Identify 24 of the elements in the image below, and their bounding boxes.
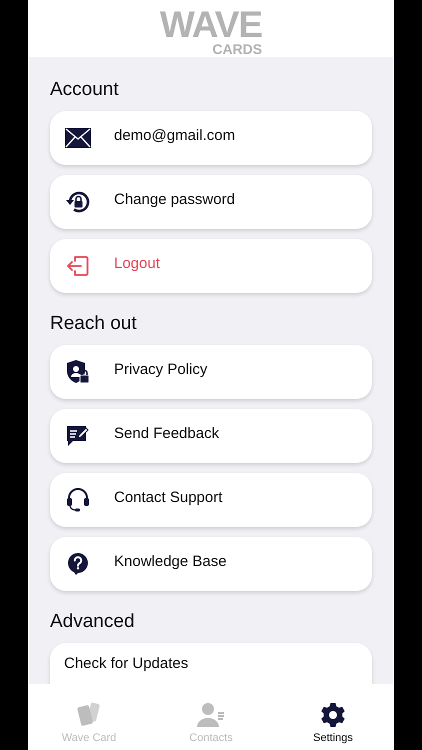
help-icon: [67, 552, 89, 576]
settings-item[interactable]: Change password: [50, 175, 372, 229]
section-heading: Advanced: [50, 611, 136, 633]
lock-reset-icon: [65, 189, 91, 215]
contacts-icon: [197, 702, 225, 728]
settings-item[interactable]: Knowledge Base: [50, 537, 372, 591]
tab[interactable]: Settings: [272, 684, 394, 750]
shield-user-icon: [66, 359, 90, 385]
headset-icon: [66, 487, 90, 513]
settings-item[interactable]: Send Feedback: [50, 409, 372, 463]
logout-icon: [66, 254, 90, 278]
message-edit-icon: [66, 424, 90, 448]
settings-item[interactable]: Logout: [50, 239, 372, 293]
logo-subtitle: CARDS: [212, 42, 262, 56]
settings-item[interactable]: Privacy Policy: [50, 345, 372, 399]
cards-icon: [76, 702, 102, 728]
settings-icon: [320, 702, 346, 728]
settings-item[interactable]: demo@gmail.com: [50, 111, 372, 165]
settings-item[interactable]: Check for Updates: [50, 643, 372, 684]
envelope-icon: [65, 128, 91, 148]
settings-item[interactable]: Contact Support: [50, 473, 372, 527]
section-heading: Reach out: [50, 313, 138, 335]
section-heading: Account: [50, 79, 120, 101]
logo-title: WAVE: [160, 8, 262, 42]
